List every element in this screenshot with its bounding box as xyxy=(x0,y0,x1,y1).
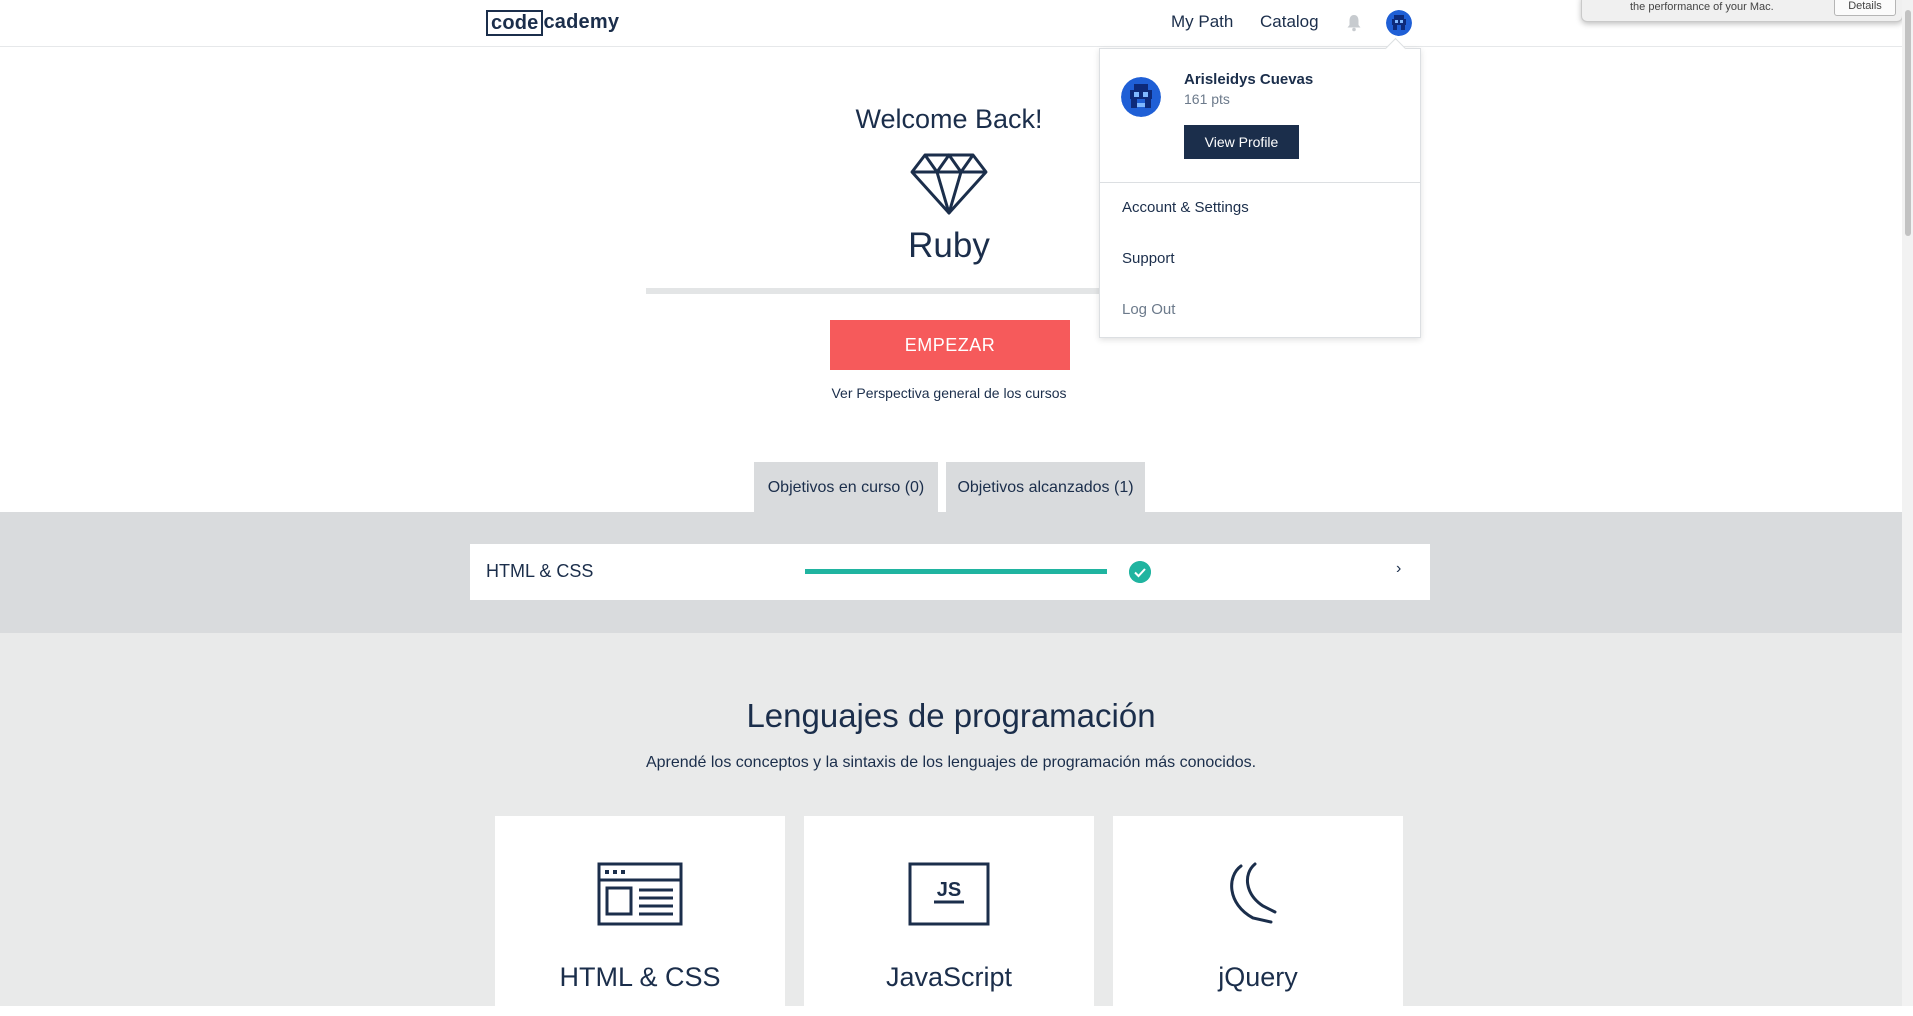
menu-divider xyxy=(1100,182,1420,183)
view-profile-button[interactable]: View Profile xyxy=(1184,125,1299,159)
language-card-html-css[interactable]: HTML & CSS xyxy=(495,816,785,1016)
menu-item-log-out[interactable]: Log Out xyxy=(1122,301,1175,318)
avatar xyxy=(1121,77,1161,117)
language-card-javascript[interactable]: JS JavaScript xyxy=(804,816,1094,1016)
tab-goals-in-progress[interactable]: Objetivos en curso (0) xyxy=(754,462,938,512)
card-title: jQuery xyxy=(1218,962,1298,992)
menu-item-account-settings[interactable]: Account & Settings xyxy=(1122,199,1249,216)
course-progress-bar xyxy=(646,288,1120,294)
logo-cademy: cademy xyxy=(543,10,620,33)
card-title: HTML & CSS xyxy=(559,962,721,992)
menu-item-support[interactable]: Support xyxy=(1122,250,1175,267)
tab-goals-achieved[interactable]: Objetivos alcanzados (1) xyxy=(946,462,1145,512)
start-button[interactable]: EMPEZAR xyxy=(830,320,1070,370)
section-title: Lenguajes de programación xyxy=(746,697,1156,734)
diamond-icon xyxy=(910,153,988,215)
section-subtitle: Aprendé los conceptos y la sintaxis de l… xyxy=(645,754,1257,771)
notification-details-button[interactable]: Details xyxy=(1834,0,1896,16)
jquery-icon xyxy=(1230,862,1277,924)
logo-code: code xyxy=(486,10,544,36)
card-title: JavaScript xyxy=(885,962,1013,992)
goal-name: HTML & CSS xyxy=(486,561,594,581)
system-notification: the performance of your Mac. Details xyxy=(1581,0,1903,22)
goal-progress-bar xyxy=(805,569,1107,574)
check-icon xyxy=(1129,561,1151,583)
course-overview-link[interactable]: Ver Perspectiva general de los cursos xyxy=(749,385,1149,401)
scrollbar-thumb[interactable] xyxy=(1905,10,1911,236)
nav-catalog[interactable]: Catalog xyxy=(1260,12,1319,32)
svg-text:JS: JS xyxy=(937,879,961,901)
notification-text: the performance of your Mac. xyxy=(1630,1,1774,13)
user-name: Arisleidys Cuevas xyxy=(1184,71,1314,88)
user-menu-dropdown: Arisleidys Cuevas 161 pts View Profile A… xyxy=(1099,37,1421,338)
browser-window-icon xyxy=(597,862,683,926)
user-points: 161 pts xyxy=(1184,91,1230,107)
codecademy-logo[interactable]: code cademy xyxy=(486,9,621,37)
chevron-right-icon: › xyxy=(1396,560,1402,577)
js-icon: JS xyxy=(908,862,990,926)
nav-my-path[interactable]: My Path xyxy=(1171,12,1233,32)
goal-row[interactable]: HTML & CSS › xyxy=(470,544,1430,600)
avatar-icon[interactable] xyxy=(1386,10,1412,36)
bell-icon[interactable] xyxy=(1346,14,1362,32)
language-card-jquery[interactable]: jQuery xyxy=(1113,816,1403,1016)
